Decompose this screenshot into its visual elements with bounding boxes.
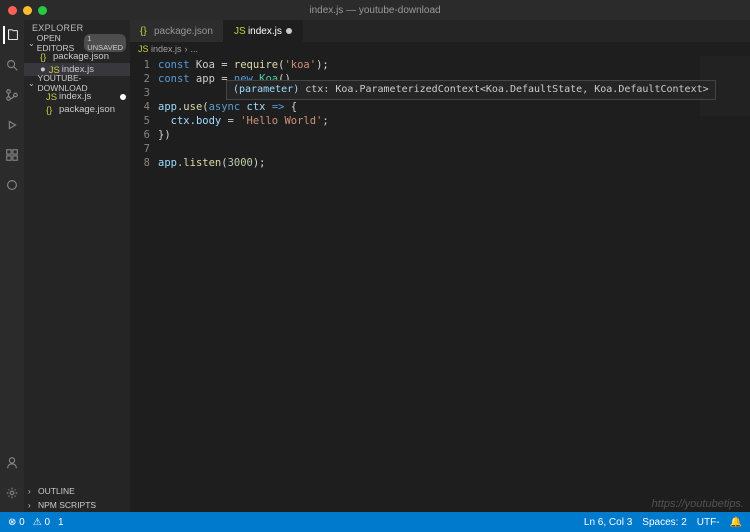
extensions-icon[interactable] [3, 146, 21, 164]
line-gutter: 12345678 [130, 56, 158, 512]
file-label: package.json [53, 51, 109, 62]
tab-index[interactable]: JS index.js [224, 20, 303, 42]
sidebar: EXPLORER ⌄ OPEN EDITORS 1 UNSAVED {} pac… [24, 20, 130, 512]
open-editors-header[interactable]: ⌄ OPEN EDITORS 1 UNSAVED [24, 36, 130, 50]
chevron-right-icon: › [28, 487, 36, 496]
breadcrumbs[interactable]: JS index.js › ... [130, 42, 750, 56]
breadcrumb-sep: › [185, 44, 188, 54]
json-file-icon: {} [140, 26, 150, 36]
js-file-icon: JS [234, 26, 244, 36]
editor-tabs: {} package.json JS index.js [130, 20, 750, 42]
notifications-bell-icon[interactable]: 🔔 [730, 517, 742, 528]
maximize-window-icon[interactable] [38, 6, 47, 15]
tab-label: index.js [248, 26, 282, 37]
titlebar: index.js — youtube-download [0, 0, 750, 20]
settings-gear-icon[interactable] [3, 484, 21, 502]
status-warnings[interactable]: ⚠ 0 [33, 517, 50, 528]
workspace-header[interactable]: ⌄ YOUTUBE-DOWNLOAD [24, 76, 130, 90]
status-info[interactable]: 1 [58, 517, 64, 528]
tab-package[interactable]: {} package.json [130, 20, 224, 42]
search-icon[interactable] [3, 56, 21, 74]
status-errors[interactable]: ⊗ 0 [8, 517, 25, 528]
js-file-icon: JS [138, 44, 148, 54]
code-content[interactable]: const Koa = require('koa'); const app = … [158, 56, 750, 512]
open-editor-package[interactable]: {} package.json [24, 50, 130, 63]
chevron-right-icon: › [28, 501, 36, 510]
outline-header[interactable]: › OUTLINE [24, 484, 130, 498]
js-file-icon: JS [46, 92, 56, 102]
watermark: https://youtubetips. [652, 498, 744, 510]
json-file-icon: {} [40, 52, 50, 62]
breadcrumb-file: index.js [151, 44, 182, 54]
activity-bar [0, 20, 24, 512]
minimize-window-icon[interactable] [23, 6, 32, 15]
tab-label: package.json [154, 26, 213, 37]
file-index[interactable]: JS index.js [24, 90, 130, 103]
code-editor[interactable]: 12345678 const Koa = require('koa'); con… [130, 56, 750, 512]
explorer-icon[interactable] [3, 26, 21, 44]
account-icon[interactable] [3, 454, 21, 472]
editor-group: {} package.json JS index.js JS index.js … [130, 20, 750, 512]
npm-label: NPM SCRIPTS [38, 500, 96, 510]
window-controls [0, 6, 47, 15]
status-encoding[interactable]: UTF- [697, 517, 720, 528]
debug-icon[interactable] [3, 116, 21, 134]
outline-label: OUTLINE [38, 486, 75, 496]
source-control-icon[interactable] [3, 86, 21, 104]
chevron-down-icon: ⌄ [28, 39, 35, 48]
chevron-down-icon: ⌄ [28, 79, 36, 88]
npm-scripts-header[interactable]: › NPM SCRIPTS [24, 498, 130, 512]
remote-icon[interactable] [3, 176, 21, 194]
window-title: index.js — youtube-download [309, 5, 440, 16]
file-label: package.json [59, 104, 115, 115]
status-bar: ⊗ 0 ⚠ 0 1 Ln 6, Col 3 Spaces: 2 UTF- 🔔 [0, 512, 750, 532]
close-window-icon[interactable] [8, 6, 17, 15]
parameter-hint-tooltip: (parameter) ctx: Koa.ParameterizedContex… [226, 80, 716, 100]
status-line-col[interactable]: Ln 6, Col 3 [584, 517, 632, 528]
modified-dot-icon [286, 28, 292, 34]
status-spaces[interactable]: Spaces: 2 [642, 517, 686, 528]
file-label: index.js [59, 91, 91, 102]
file-package[interactable]: {} package.json [24, 103, 130, 116]
breadcrumb-more: ... [191, 44, 199, 54]
modified-dot-icon [120, 94, 126, 100]
json-file-icon: {} [46, 105, 56, 115]
